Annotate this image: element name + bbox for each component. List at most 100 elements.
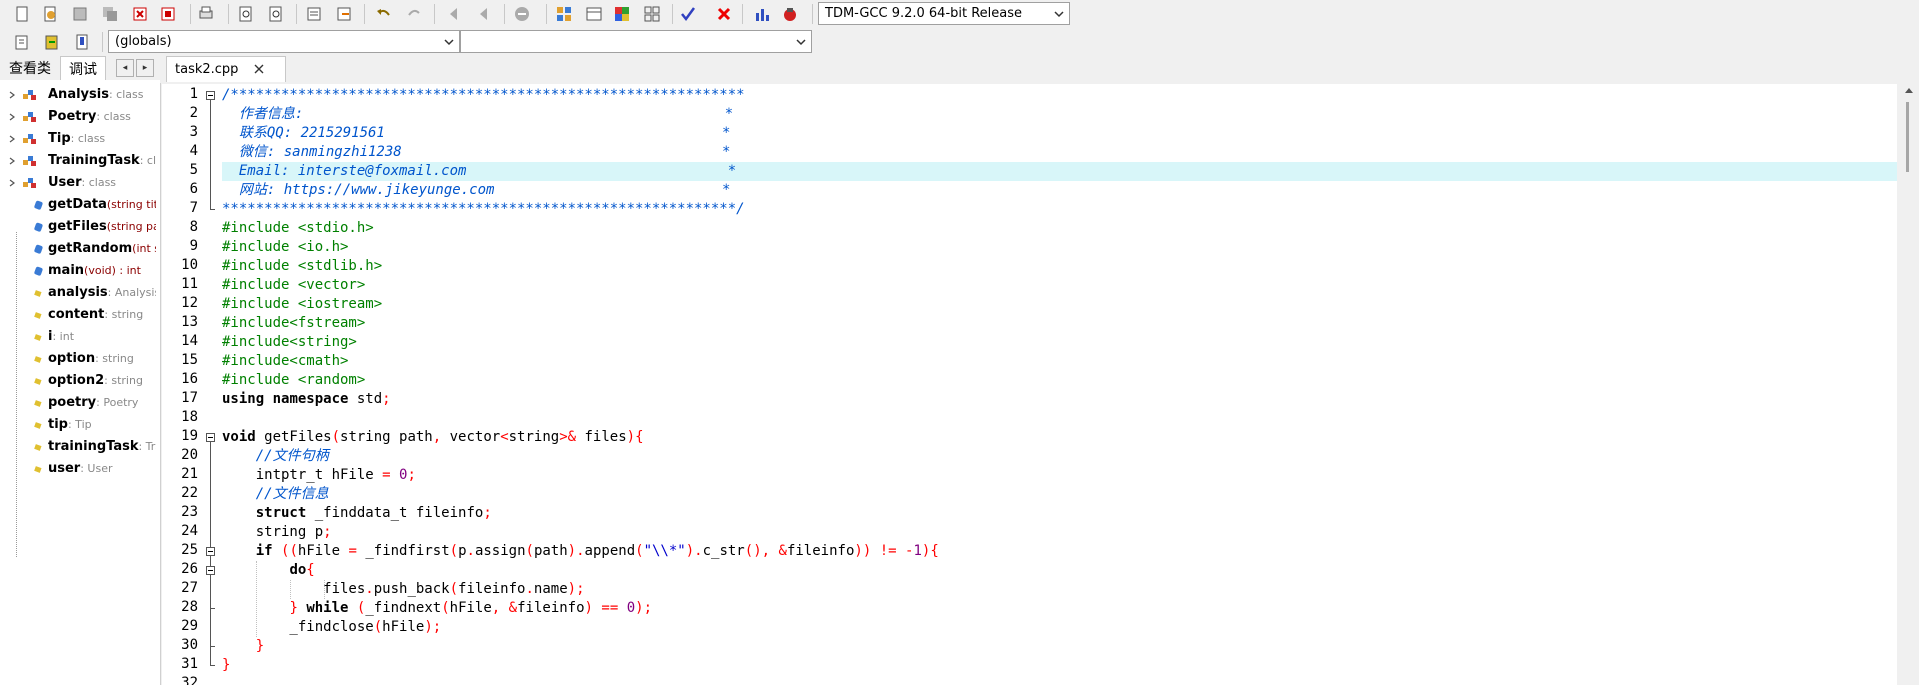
run-icon[interactable] — [584, 4, 604, 24]
tab-scroll-right-icon[interactable]: ▸ — [136, 59, 154, 77]
tree-item-content[interactable]: content: string — [0, 304, 156, 326]
code-line[interactable]: 微信: sanmingzhi1238 * — [222, 143, 1897, 162]
bookmark-icon[interactable] — [72, 32, 92, 52]
tree-item-trainingtask[interactable]: trainingTask: Tra — [0, 436, 156, 458]
fold-toggle-icon[interactable] — [206, 566, 215, 575]
code-line[interactable] — [222, 675, 1897, 685]
code-line[interactable]: #include<cmath> — [222, 352, 1897, 371]
unindent-icon[interactable] — [474, 4, 494, 24]
tree-item-i[interactable]: i: int — [0, 326, 156, 348]
comment-icon[interactable] — [512, 4, 532, 24]
tree-item-getrandom[interactable]: getRandom(int st, — [0, 238, 156, 260]
tree-item-user[interactable]: User: class — [0, 172, 156, 194]
code-line[interactable]: using namespace std; — [222, 390, 1897, 409]
code-line[interactable]: intptr_t hFile = 0; — [222, 466, 1897, 485]
tree-item-trainingtask[interactable]: TrainingTask: cla — [0, 150, 156, 172]
save-icon[interactable] — [70, 4, 90, 24]
tree-item-tip[interactable]: Tip: class — [0, 128, 156, 150]
class-browser-icon[interactable] — [12, 32, 32, 52]
tree-item-user[interactable]: user: User — [0, 458, 156, 480]
goto-declaration-icon[interactable] — [42, 32, 62, 52]
code-line[interactable]: } — [222, 637, 1897, 656]
chart-icon[interactable] — [752, 4, 772, 24]
editor-vertical-scrollbar[interactable] — [1900, 84, 1919, 685]
close-tab-icon[interactable] — [253, 63, 265, 75]
tree-item-analysis[interactable]: analysis: Analysis — [0, 282, 156, 304]
check-syntax-icon[interactable] — [678, 4, 698, 24]
scrollbar-thumb[interactable] — [1906, 102, 1909, 172]
code-line[interactable]: Email: interste@foxmail.com * — [222, 162, 1897, 181]
open-file-icon[interactable] — [40, 4, 60, 24]
scope-select[interactable]: (globals) — [108, 30, 460, 53]
print-icon[interactable] — [196, 4, 216, 24]
code-line[interactable]: //文件信息 — [222, 485, 1897, 504]
code-line[interactable]: #include <vector> — [222, 276, 1897, 295]
tab-debug[interactable]: 调试 — [60, 56, 106, 80]
code-line[interactable]: #include<string> — [222, 333, 1897, 352]
code-line[interactable]: 作者信息: * — [222, 105, 1897, 124]
code-line[interactable]: } — [222, 656, 1897, 675]
scroll-up-icon[interactable] — [1905, 88, 1913, 93]
goto-icon[interactable] — [304, 4, 324, 24]
tree-item-option[interactable]: option: string — [0, 348, 156, 370]
variable-icon — [34, 378, 42, 385]
code-line[interactable]: #include <io.h> — [222, 238, 1897, 257]
tab-class-view[interactable]: 查看类 — [2, 56, 58, 80]
code-line[interactable]: /***************************************… — [222, 86, 1897, 105]
replace-icon[interactable] — [266, 4, 286, 24]
close-all-icon[interactable] — [158, 4, 178, 24]
toggle-icon[interactable] — [334, 4, 354, 24]
expand-arrow-icon[interactable] — [9, 113, 15, 121]
new-file-icon[interactable] — [12, 4, 32, 24]
rebuild-icon[interactable] — [642, 4, 662, 24]
code-line[interactable]: if ((hFile = _findfirst(p.assign(path).a… — [222, 542, 1897, 561]
fold-toggle-icon[interactable] — [206, 91, 215, 100]
code-line[interactable]: #include <stdlib.h> — [222, 257, 1897, 276]
code-line[interactable]: void getFiles(string path, vector<string… — [222, 428, 1897, 447]
tree-item-tip[interactable]: tip: Tip — [0, 414, 156, 436]
fold-toggle-icon[interactable] — [206, 547, 215, 556]
save-all-icon[interactable] — [100, 4, 120, 24]
tab-task2-cpp[interactable]: task2.cpp — [166, 56, 286, 82]
expand-arrow-icon[interactable] — [9, 179, 15, 187]
code-line[interactable] — [222, 409, 1897, 428]
code-line[interactable]: ****************************************… — [222, 200, 1897, 219]
undo-icon[interactable] — [374, 4, 394, 24]
close-icon[interactable] — [130, 4, 150, 24]
compiler-select[interactable]: TDM-GCC 9.2.0 64-bit Release — [818, 2, 1070, 25]
code-line[interactable]: do{ — [222, 561, 1897, 580]
tree-item-main[interactable]: main(void) : int — [0, 260, 156, 282]
code-editor[interactable]: 1 2 3 4 5 6 7 8 9 10 11 12 13 14 15 16 17 18 19 20 21 22 23 24 2… — [162, 84, 1897, 685]
compile-run-icon[interactable] — [612, 4, 632, 24]
indent-icon[interactable] — [444, 4, 464, 24]
expand-arrow-icon[interactable] — [9, 91, 15, 99]
code-line[interactable]: #include<fstream> — [222, 314, 1897, 333]
tree-item-getfiles[interactable]: getFiles(string path — [0, 216, 156, 238]
stop-icon[interactable] — [714, 4, 734, 24]
code-line[interactable]: files.push_back(fileinfo.name); — [222, 580, 1897, 599]
tree-item-poetry[interactable]: poetry: Poetry — [0, 392, 156, 414]
expand-arrow-icon[interactable] — [9, 157, 15, 165]
fold-toggle-icon[interactable] — [206, 433, 215, 442]
member-select[interactable] — [460, 30, 812, 53]
redo-icon[interactable] — [404, 4, 424, 24]
code-line[interactable]: #include <stdio.h> — [222, 219, 1897, 238]
code-line[interactable]: //文件句柄 — [222, 447, 1897, 466]
code-line[interactable]: 网站: https://www.jikeyunge.com * — [222, 181, 1897, 200]
debug-icon[interactable] — [780, 4, 800, 24]
tree-item-poetry[interactable]: Poetry: class — [0, 106, 156, 128]
tree-item-option2[interactable]: option2: string — [0, 370, 156, 392]
code-line[interactable]: struct _finddata_t fileinfo; — [222, 504, 1897, 523]
code-line[interactable]: string p; — [222, 523, 1897, 542]
tree-item-analysis[interactable]: Analysis: class — [0, 84, 156, 106]
code-line[interactable]: _findclose(hFile); — [222, 618, 1897, 637]
find-icon[interactable] — [236, 4, 256, 24]
code-line[interactable]: } while (_findnext(hFile, &fileinfo) == … — [222, 599, 1897, 618]
tree-item-getdata[interactable]: getData(string title, — [0, 194, 156, 216]
tab-scroll-left-icon[interactable]: ◂ — [116, 59, 134, 77]
code-line[interactable]: #include <random> — [222, 371, 1897, 390]
code-line[interactable]: #include <iostream> — [222, 295, 1897, 314]
code-line[interactable]: 联系QQ: 2215291561 * — [222, 124, 1897, 143]
compile-icon[interactable] — [554, 4, 574, 24]
expand-arrow-icon[interactable] — [9, 135, 15, 143]
